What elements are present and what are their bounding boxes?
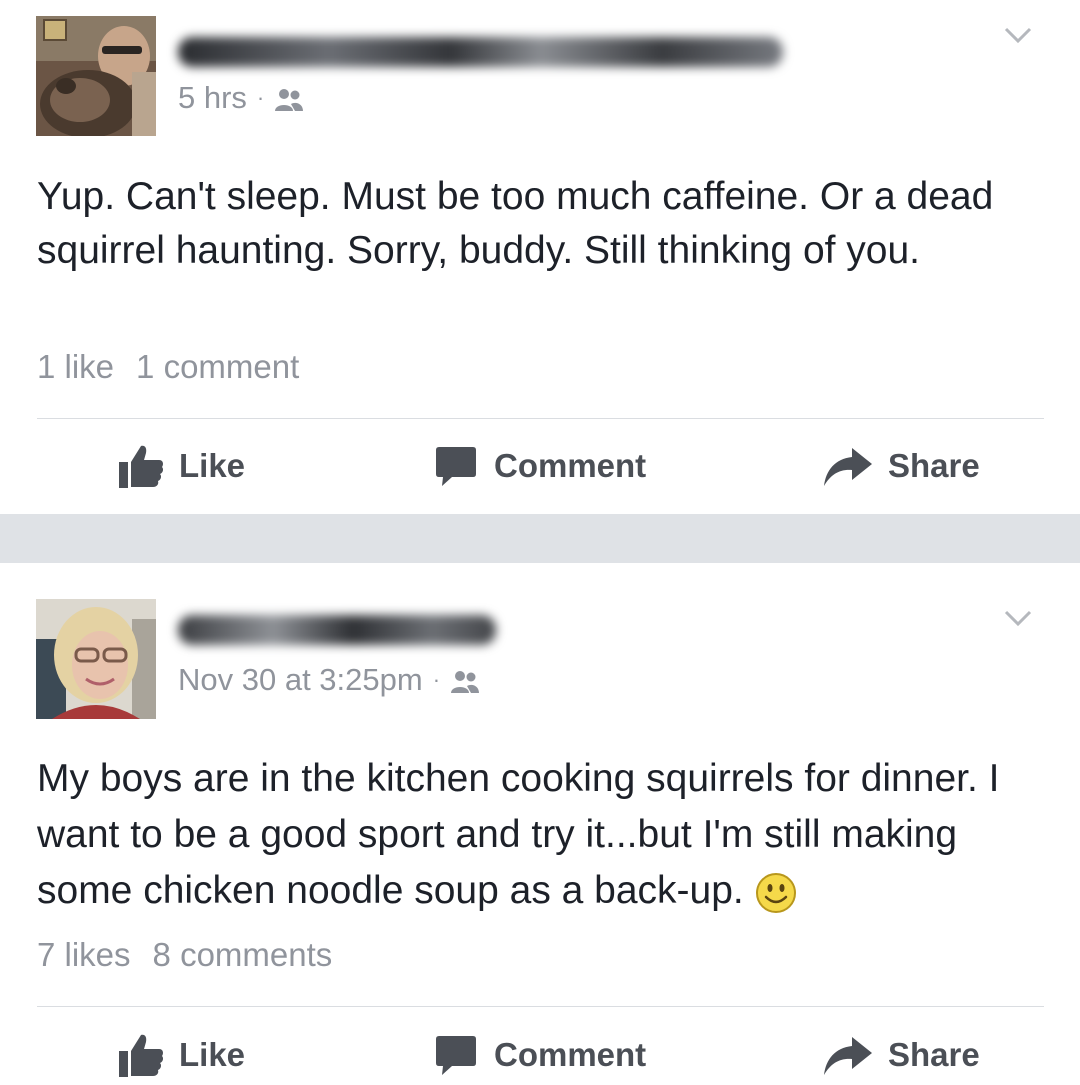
comment-button[interactable]: Comment bbox=[432, 436, 646, 496]
comment-bubble-icon bbox=[436, 1036, 476, 1075]
post-body: My boys are in the kitchen cooking squir… bbox=[37, 751, 1050, 919]
likes-count[interactable]: 1 like bbox=[37, 348, 114, 385]
post-meta: 5 hrs · bbox=[178, 80, 304, 116]
post-counts: 1 like 1 comment bbox=[37, 348, 299, 386]
post-body: Yup. Can't sleep. Must be too much caffe… bbox=[37, 175, 994, 272]
author-avatar[interactable] bbox=[36, 599, 156, 719]
post-actions: Like Comment Share bbox=[0, 436, 1080, 496]
post-timestamp[interactable]: 5 hrs bbox=[178, 80, 247, 116]
post-meta: Nov 30 at 3:25pm · bbox=[178, 662, 480, 698]
author-name-redacted[interactable] bbox=[178, 37, 783, 67]
post-actions: Like Comment Share bbox=[0, 1025, 1080, 1085]
like-label: Like bbox=[179, 1036, 246, 1073]
chevron-down-icon[interactable] bbox=[1002, 18, 1034, 50]
post-counts: 7 likes 8 comments bbox=[37, 936, 332, 974]
action-divider bbox=[37, 1006, 1044, 1007]
thumbs-up-icon bbox=[119, 1034, 164, 1077]
feed-post-2: Nov 30 at 3:25pm · My boys are in the ki… bbox=[0, 563, 1080, 1080]
comment-label: Comment bbox=[494, 447, 647, 484]
comment-button[interactable]: Comment bbox=[432, 1025, 646, 1085]
action-divider bbox=[37, 418, 1044, 419]
comment-label: Comment bbox=[494, 1036, 647, 1073]
chevron-down-icon[interactable] bbox=[1002, 601, 1034, 633]
comments-count[interactable]: 1 comment bbox=[136, 348, 299, 385]
share-arrow-icon bbox=[824, 1037, 872, 1075]
feed-post-1: 5 hrs · Yup. Can't sleep. Must be too mu… bbox=[0, 0, 1080, 514]
like-button[interactable]: Like bbox=[117, 1025, 245, 1085]
post-timestamp[interactable]: Nov 30 at 3:25pm bbox=[178, 662, 423, 698]
share-arrow-icon bbox=[824, 448, 872, 486]
author-avatar[interactable] bbox=[36, 16, 156, 136]
author-name-redacted[interactable] bbox=[178, 615, 496, 645]
share-button[interactable]: Share bbox=[822, 1025, 980, 1085]
share-button[interactable]: Share bbox=[822, 436, 980, 496]
friends-audience-icon[interactable] bbox=[274, 85, 304, 111]
like-button[interactable]: Like bbox=[117, 436, 245, 496]
share-label: Share bbox=[888, 1036, 980, 1073]
share-label: Share bbox=[888, 447, 980, 484]
likes-count[interactable]: 7 likes bbox=[37, 936, 131, 973]
meta-separator: · bbox=[256, 85, 265, 110]
comment-bubble-icon bbox=[436, 447, 476, 486]
post-body-text: My boys are in the kitchen cooking squir… bbox=[37, 757, 1000, 912]
smiley-emoji-icon bbox=[755, 872, 797, 914]
like-label: Like bbox=[179, 447, 246, 484]
thumbs-up-icon bbox=[119, 445, 164, 488]
feed-separator bbox=[0, 514, 1080, 563]
meta-separator: · bbox=[432, 667, 441, 692]
comments-count[interactable]: 8 comments bbox=[153, 936, 333, 973]
friends-audience-icon[interactable] bbox=[450, 667, 480, 693]
